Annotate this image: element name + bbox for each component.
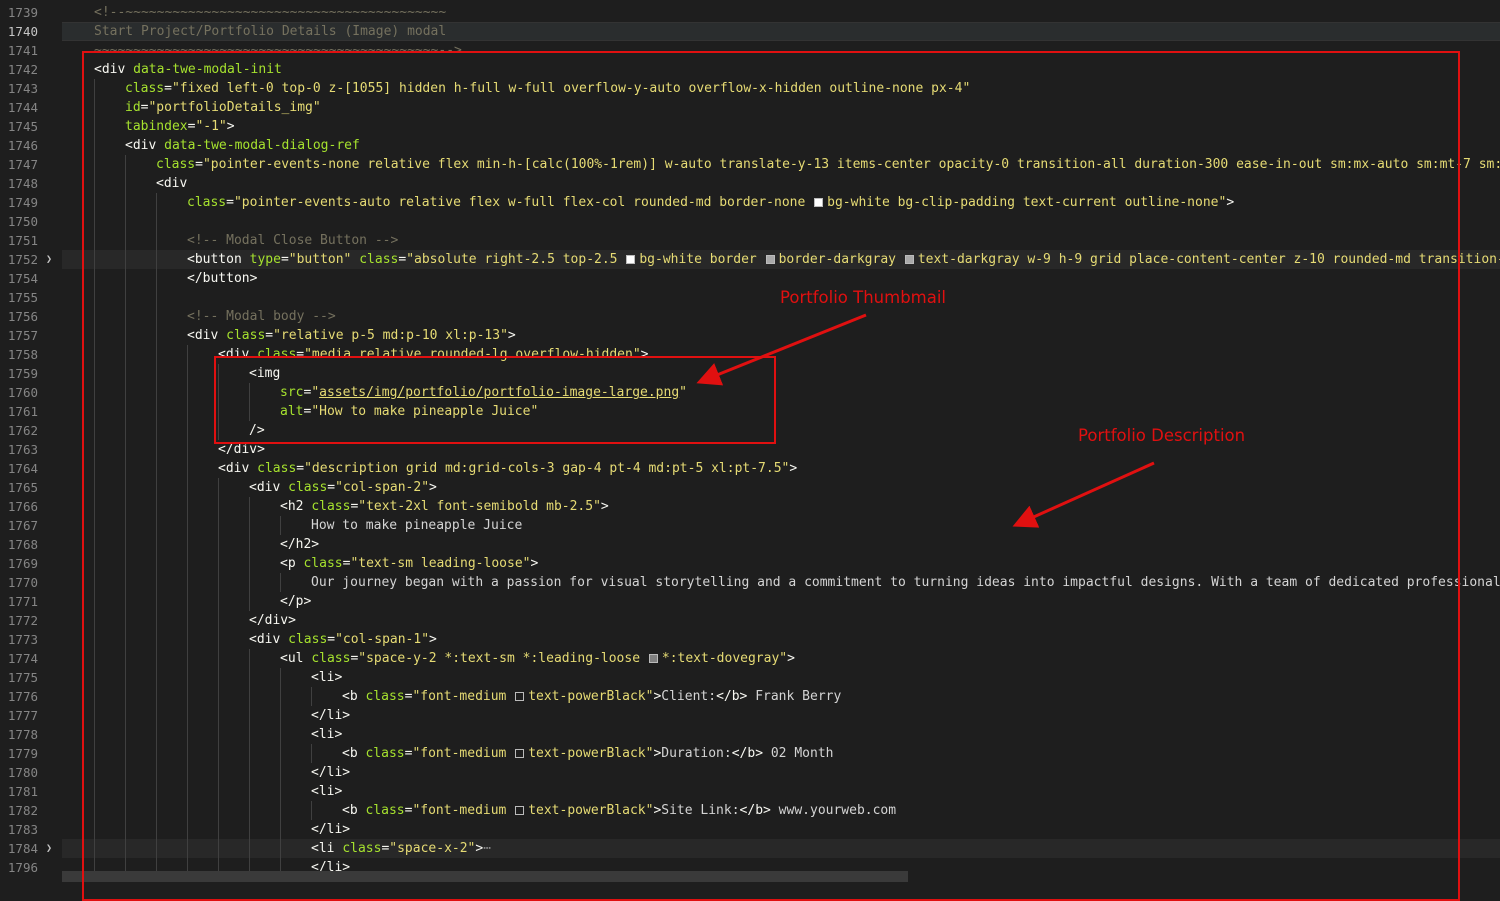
thumbnail-arrow	[696, 313, 867, 386]
annotation-arrows	[696, 313, 1155, 528]
description-arrow	[1012, 461, 1155, 528]
